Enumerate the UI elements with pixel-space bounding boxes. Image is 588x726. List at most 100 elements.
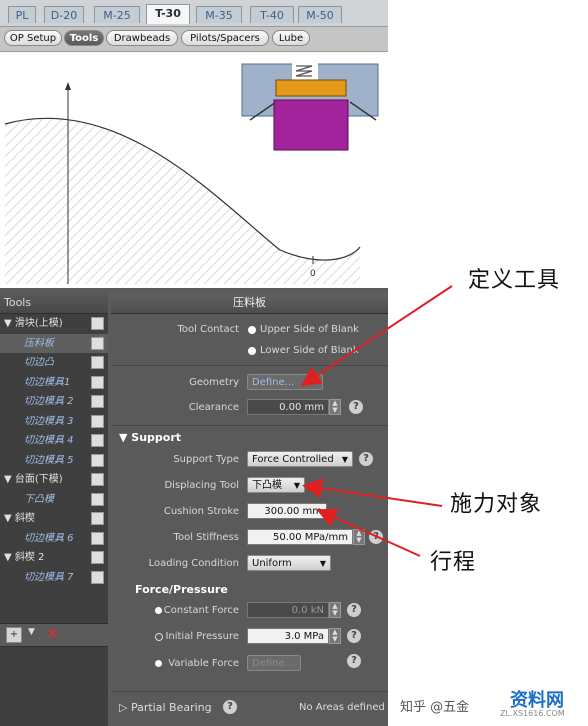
- force-pressure-section-header: Force/Pressure: [135, 583, 228, 596]
- support-type-select[interactable]: Force Controlled ▼: [247, 451, 353, 467]
- curve-svg: 0: [4, 58, 379, 284]
- tool-stiffness-input[interactable]: 50.00 MPa/mm: [247, 529, 353, 545]
- tree-item-checkbox[interactable]: [91, 492, 104, 506]
- tree-item[interactable]: 下凸模: [0, 490, 108, 510]
- variable-force-define-button[interactable]: Define...: [247, 655, 301, 671]
- tree-item[interactable]: 切边模具 2: [0, 392, 108, 412]
- support-type-value: Force Controlled: [252, 454, 334, 465]
- tree-item[interactable]: 切边模具 3: [0, 412, 108, 432]
- tree-item[interactable]: 切边模具 6: [0, 529, 108, 549]
- constant-force-spinner[interactable]: ▲ ▼: [329, 602, 341, 618]
- tree-item[interactable]: ▼ 斜楔: [0, 509, 108, 529]
- tree-item-checkbox[interactable]: [91, 473, 104, 486]
- displacing-tool-value: 下凸模: [252, 480, 282, 491]
- tree-item-label: 切边模具 5: [24, 454, 74, 466]
- cushion-stroke-input[interactable]: 300.00 mm: [247, 503, 327, 519]
- tab-tools[interactable]: Tools: [64, 30, 104, 46]
- tree-item-checkbox[interactable]: [91, 551, 104, 564]
- partial-bearing-header[interactable]: ▷ Partial Bearing: [119, 701, 212, 714]
- site-url-watermark: ZL.XS1616.COM: [500, 709, 565, 718]
- tree-item-checkbox[interactable]: [91, 317, 104, 330]
- tree-item-label: 切边模具 3: [24, 415, 74, 427]
- partial-bearing-help-icon[interactable]: ?: [223, 700, 237, 714]
- tool-stiffness-label: Tool Stiffness: [173, 532, 239, 543]
- tree-item[interactable]: 切边凸: [0, 353, 108, 373]
- tree-item[interactable]: 切边模具 4: [0, 431, 108, 451]
- tree-item[interactable]: 压料板: [0, 333, 108, 353]
- tree-item-checkbox[interactable]: [91, 512, 104, 525]
- delete-icon[interactable]: ✕: [46, 624, 59, 643]
- tab-op-setup[interactable]: OP Setup: [4, 30, 62, 46]
- initial-pressure-help-icon[interactable]: ?: [347, 629, 361, 643]
- tree-item[interactable]: 切边模具 7: [0, 568, 108, 588]
- constant-force-help-icon[interactable]: ?: [347, 603, 361, 617]
- support-section-header[interactable]: ▼ Support: [119, 431, 181, 444]
- cushion-stroke-label: Cushion Stroke: [163, 506, 239, 517]
- tree-item-label: 切边模具1: [24, 376, 71, 388]
- initial-pressure-spinner[interactable]: ▲ ▼: [329, 628, 341, 644]
- tab-m-50[interactable]: M-50: [298, 6, 342, 23]
- loading-condition-select[interactable]: Uniform ▼: [247, 555, 331, 571]
- clearance-label: Clearance: [188, 402, 239, 413]
- variable-force-help-icon[interactable]: ?: [347, 654, 361, 668]
- annotation-stroke: 行程: [430, 550, 477, 575]
- tab-t-30[interactable]: T-30: [146, 4, 190, 24]
- tab-pilots-spacers[interactable]: Pilots/Spacers: [181, 30, 269, 46]
- tree-item-label: 切边模具 4: [24, 435, 74, 446]
- tree-item-checkbox[interactable]: [91, 570, 104, 584]
- partial-bearing-status: No Areas defined: [299, 702, 385, 713]
- tree-item-checkbox[interactable]: [91, 375, 104, 389]
- geometry-define-button[interactable]: Define...: [247, 374, 323, 390]
- tree-item-checkbox[interactable]: [91, 336, 104, 350]
- tools-tree-header: Tools: [0, 293, 108, 314]
- tools-tree-list: ▼ 滑块(上模) 压料板切边凸切边模具1 切边模具 2 切边模具 3 切边模具 4 切边模…: [0, 314, 108, 587]
- properties-title: 压料板: [111, 293, 388, 314]
- tab-m-35[interactable]: M-35: [196, 6, 242, 23]
- add-tool-icon[interactable]: +: [6, 627, 22, 643]
- tree-item-checkbox[interactable]: [91, 395, 104, 408]
- support-type-help-icon[interactable]: ?: [359, 452, 373, 466]
- clearance-input[interactable]: 0.00 mm: [247, 399, 329, 415]
- upper-side-label: Upper Side of Blank: [260, 324, 359, 335]
- tree-item-label: ▼ 台面(下模): [4, 474, 63, 485]
- clearance-help-icon[interactable]: ?: [349, 400, 363, 414]
- tree-item[interactable]: ▼ 滑块(上模): [0, 314, 108, 334]
- tree-toolbar: + ▼ ✕: [0, 623, 108, 647]
- properties-panel: 压料板 Tool Contact Upper Side of Blank Low…: [111, 293, 388, 726]
- tree-item[interactable]: ▼ 斜楔 2: [0, 548, 108, 568]
- axis-arrow-icon: [65, 82, 71, 90]
- upper-side-radio[interactable]: [248, 326, 256, 334]
- clearance-spinner[interactable]: ▲ ▼: [329, 399, 341, 415]
- tab-lube[interactable]: Lube: [272, 30, 310, 46]
- tab-drawbeads[interactable]: Drawbeads: [106, 30, 178, 46]
- loading-condition-value: Uniform: [252, 558, 292, 569]
- chevron-down-icon: ▼: [319, 559, 326, 568]
- tab-d-20[interactable]: D-20: [44, 6, 84, 23]
- initial-pressure-input[interactable]: 3.0 MPa: [247, 628, 329, 644]
- geometry-label: Geometry: [189, 377, 239, 388]
- tree-item-label: 切边凸: [24, 357, 54, 368]
- dropdown-arrow-icon[interactable]: ▼: [28, 627, 35, 637]
- tree-item-checkbox[interactable]: [91, 356, 104, 369]
- tree-item[interactable]: ▼ 台面(下模): [0, 470, 108, 490]
- tree-item-checkbox[interactable]: [91, 414, 104, 428]
- displacing-tool-select[interactable]: 下凸模 ▼: [247, 477, 305, 493]
- tree-item[interactable]: 切边模具 5: [0, 451, 108, 471]
- app-window: PL D-20 M-25 T-30 M-35 T-40 M-50 OP Setu…: [0, 0, 388, 726]
- pad-tool-icon: [241, 58, 379, 151]
- tab-pl[interactable]: PL: [8, 6, 36, 23]
- tree-item-checkbox[interactable]: [91, 434, 104, 447]
- tree-item-checkbox[interactable]: [91, 531, 104, 545]
- tab-t-40[interactable]: T-40: [250, 6, 294, 23]
- chevron-down-icon: ▼: [341, 455, 348, 464]
- tool-stiffness-spinner[interactable]: ▲ ▼: [353, 529, 365, 545]
- constant-force-input[interactable]: 0.0 kN: [247, 602, 329, 618]
- tool-stiffness-help-icon[interactable]: ?: [369, 530, 383, 544]
- tab-m-25[interactable]: M-25: [94, 6, 140, 23]
- tree-item[interactable]: 切边模具1: [0, 373, 108, 393]
- displacing-tool-label: Displacing Tool: [164, 480, 239, 491]
- lower-side-radio[interactable]: [248, 347, 256, 355]
- tree-item-checkbox[interactable]: [91, 453, 104, 467]
- tree-item-label: 下凸模: [24, 493, 54, 505]
- annotation-define-tool: 定义工具: [468, 268, 561, 293]
